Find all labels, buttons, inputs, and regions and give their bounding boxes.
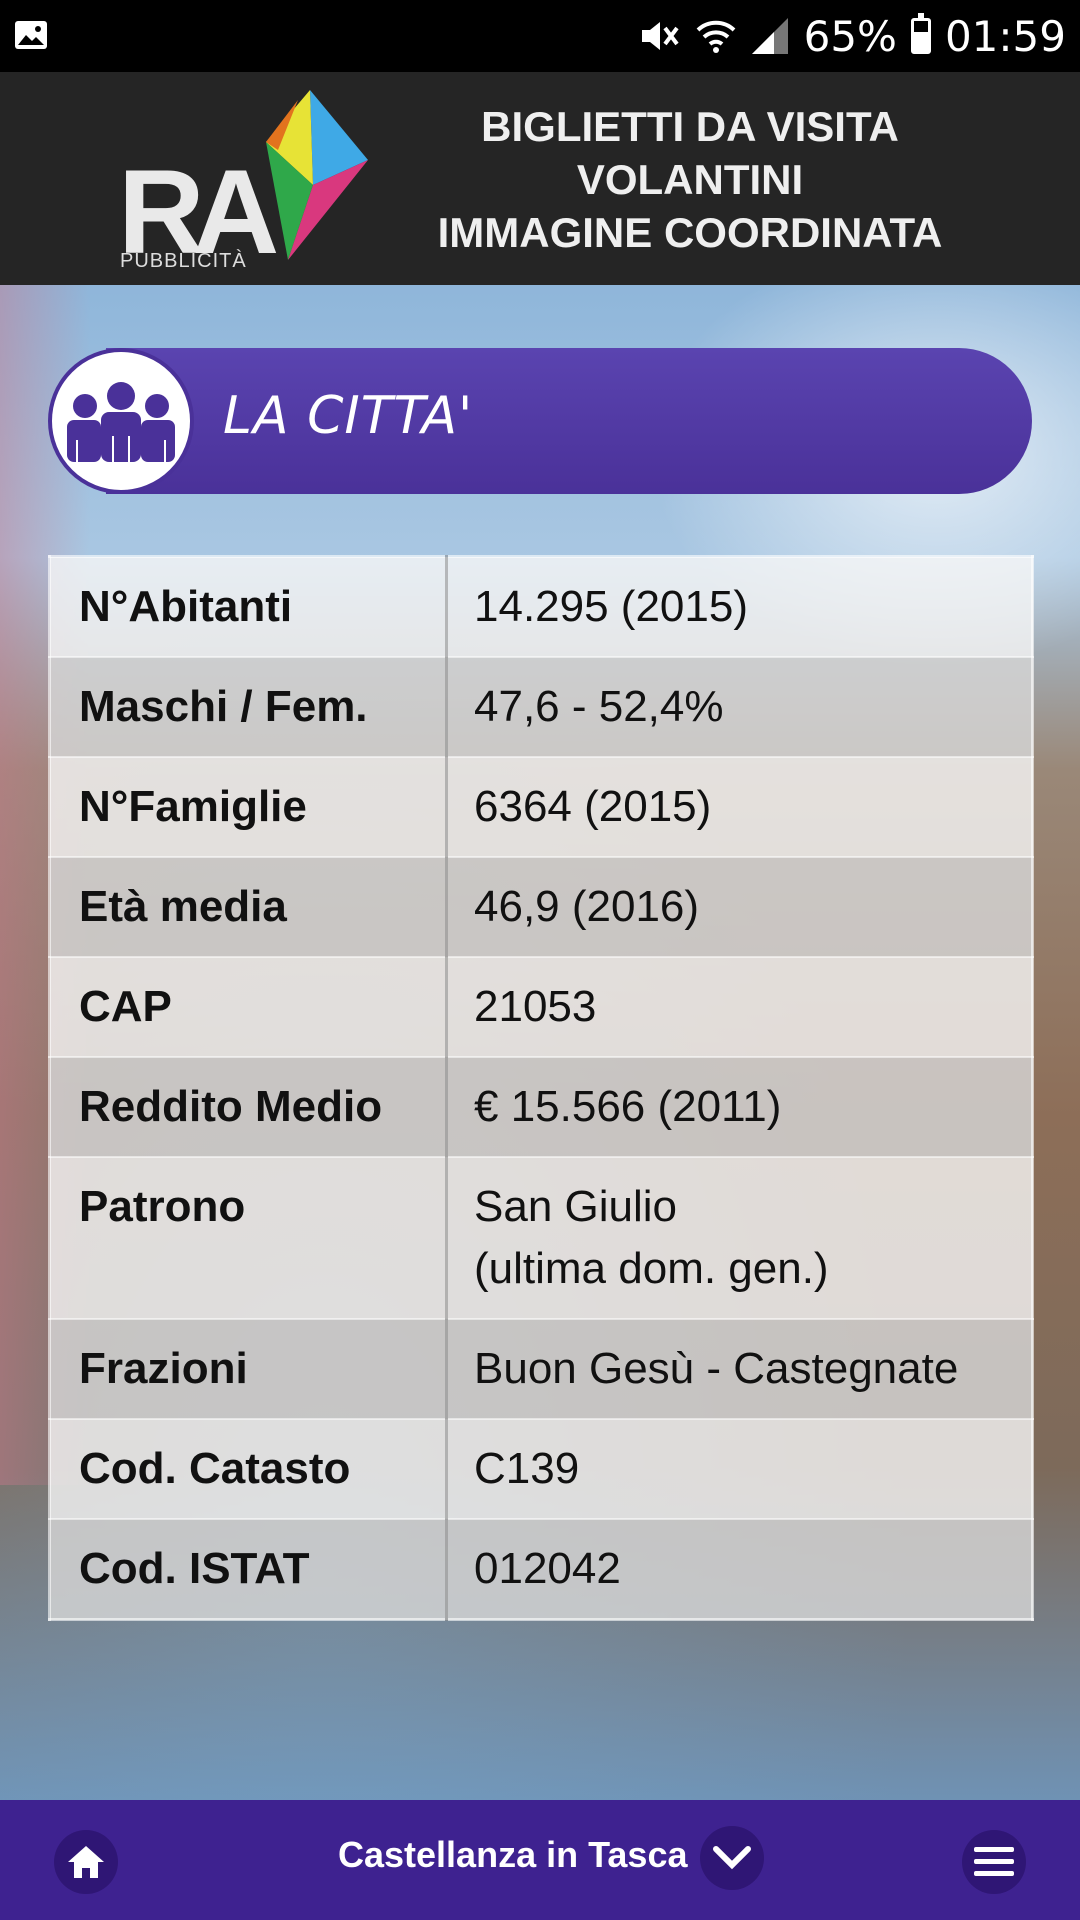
banner-line-1: BIGLIETTI DA VISITA: [481, 103, 899, 150]
row-value: 14.295 (2015): [446, 556, 1033, 658]
table-row: CAP 21053: [49, 957, 1033, 1058]
row-value: € 15.566 (2011): [446, 1057, 1033, 1158]
hamburger-menu-icon: [974, 1847, 1014, 1876]
chevron-down-icon: [713, 1846, 751, 1870]
battery-percent: 65%: [803, 11, 897, 61]
banner-text: BIGLIETTI DA VISITA VOLANTINI IMMAGINE C…: [400, 100, 980, 259]
section-header: LA CITTA': [48, 348, 1032, 494]
row-value: 21053: [446, 957, 1033, 1058]
home-icon: [68, 1846, 104, 1878]
content-area: LA CITTA' N°Abitanti 14.295 (2015) Masch…: [0, 285, 1080, 1800]
app-title[interactable]: Castellanza in Tasca: [338, 1834, 688, 1876]
table-row: Maschi / Fem. 47,6 - 52,4%: [49, 657, 1033, 758]
wifi-icon: [696, 20, 735, 53]
section-icon-circle: [48, 348, 194, 494]
battery-icon: [910, 13, 931, 54]
gallery-icon: [15, 21, 47, 49]
kite-icon: [266, 90, 368, 260]
row-value: 46,9 (2016): [446, 857, 1033, 958]
row-label: Età media: [49, 857, 448, 958]
row-value-line-1: San Giulio: [474, 1182, 678, 1231]
table-row: Cod. Catasto C139: [49, 1419, 1033, 1520]
banner-line-2: VOLANTINI: [576, 156, 804, 203]
row-label: Maschi / Fem.: [49, 657, 448, 758]
table-row: Frazioni Buon Gesù - Castegnate: [49, 1319, 1033, 1420]
table-row: N°Famiglie 6364 (2015): [49, 757, 1033, 858]
clock: 01:59: [944, 11, 1066, 61]
city-info-table: N°Abitanti 14.295 (2015) Maschi / Fem. 4…: [48, 555, 1034, 1621]
section-title: LA CITTA': [223, 386, 474, 446]
row-label: CAP: [49, 957, 448, 1058]
row-value: San Giulio (ultima dom. gen.): [446, 1157, 1033, 1320]
dropdown-button[interactable]: [700, 1826, 764, 1890]
signal-icon: [751, 18, 788, 54]
row-value: 47,6 - 52,4%: [446, 657, 1033, 758]
row-value: 012042: [446, 1519, 1033, 1621]
row-value-line-2: (ultima dom. gen.): [474, 1244, 829, 1293]
row-value: 6364 (2015): [446, 757, 1033, 858]
row-label: Reddito Medio: [49, 1057, 448, 1158]
table-row: Cod. ISTAT 012042: [49, 1519, 1033, 1621]
row-label: Patrono: [49, 1157, 448, 1320]
row-value: C139: [446, 1419, 1033, 1520]
mute-icon: [641, 22, 679, 50]
menu-button[interactable]: [962, 1830, 1026, 1894]
banner-line-3: IMMAGINE COORDINATA: [437, 209, 943, 256]
table-row: Età media 46,9 (2016): [49, 857, 1033, 958]
ad-banner[interactable]: RA PUBBLICITÀ BIGLIETTI DA VISITA VOLANT…: [0, 72, 1080, 285]
ra-logo: RA PUBBLICITÀ: [118, 90, 368, 275]
row-label: Frazioni: [49, 1319, 448, 1420]
table-row: N°Abitanti 14.295 (2015): [49, 556, 1033, 658]
status-bar: 65% 01:59: [0, 0, 1080, 72]
home-button[interactable]: [54, 1830, 118, 1894]
bottom-navigation-bar: Castellanza in Tasca: [0, 1800, 1080, 1920]
people-icon: [67, 382, 175, 462]
row-value: Buon Gesù - Castegnate: [446, 1319, 1033, 1420]
table-row: Patrono San Giulio (ultima dom. gen.): [49, 1157, 1033, 1320]
logo-subtitle: PUBBLICITÀ: [120, 250, 247, 272]
row-label: N°Famiglie: [49, 757, 448, 858]
row-label: N°Abitanti: [49, 556, 448, 658]
table-row: Reddito Medio € 15.566 (2011): [49, 1057, 1033, 1158]
row-label: Cod. Catasto: [49, 1419, 448, 1520]
row-label: Cod. ISTAT: [49, 1519, 448, 1621]
